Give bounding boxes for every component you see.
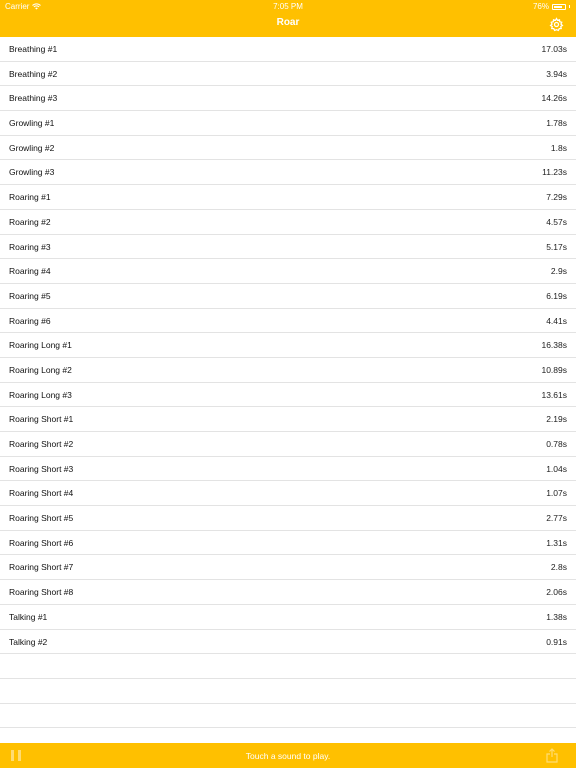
sound-duration: 3.94s (546, 68, 567, 79)
share-icon (546, 748, 558, 763)
sound-duration: 1.8s (550, 142, 567, 153)
sound-duration: 2.06s (546, 587, 567, 598)
settings-button[interactable] (548, 16, 564, 32)
bottom-toolbar: Touch a sound to play. (0, 743, 576, 768)
sound-name: Growling #2 (9, 142, 55, 153)
sound-row[interactable]: Roaring Short #3 1.04s (0, 457, 576, 482)
sound-duration: 16.38s (541, 340, 567, 351)
sound-duration: 1.07s (546, 488, 567, 499)
sound-name: Roaring Short #1 (9, 414, 74, 425)
battery-icon (552, 3, 566, 10)
sound-name: Roaring #4 (9, 266, 51, 277)
empty-row (0, 679, 576, 704)
sound-row[interactable]: Roaring Short #7 2.8s (0, 555, 576, 581)
sound-row[interactable]: Roaring Long #2 10.89s (0, 358, 576, 383)
empty-row (0, 704, 576, 729)
sound-row[interactable]: Breathing #1 17.03s (0, 37, 576, 62)
sound-duration: 1.04s (546, 463, 567, 474)
sound-row[interactable]: Roaring Long #1 16.38s (0, 333, 576, 358)
sound-row[interactable]: Roaring Long #3 13.61s (0, 383, 576, 408)
sound-row[interactable]: Roaring Short #5 2.77s (0, 506, 576, 531)
battery-percent: 76% (532, 2, 549, 11)
sound-duration: 2.9s (550, 266, 567, 277)
sound-name: Roaring #5 (9, 290, 51, 301)
sound-name: Roaring #2 (9, 216, 51, 227)
sound-name: Roaring Long #3 (9, 389, 72, 400)
sound-duration: 5.17s (546, 241, 567, 252)
sound-row[interactable]: Roaring #4 2.9s (0, 259, 576, 284)
sound-row[interactable]: Talking #2 0.91s (0, 630, 576, 655)
sound-duration: 2.19s (546, 414, 567, 425)
sound-name: Roaring Long #1 (9, 340, 72, 351)
sound-row[interactable]: Roaring #2 4.57s (0, 210, 576, 235)
battery-indicator: 76% (533, 2, 570, 11)
sound-row[interactable]: Breathing #2 3.94s (0, 62, 576, 87)
sound-name: Roaring #1 (9, 192, 51, 203)
status-bar: Carrier 7:05 PM 76% (0, 0, 576, 12)
navigation-bar: Carrier 7:05 PM 76% Roar (0, 0, 576, 37)
sound-name: Roaring Short #8 (9, 587, 74, 598)
sound-name: Roaring Short #6 (9, 537, 74, 548)
sound-name: Roaring Short #4 (9, 488, 74, 499)
sound-duration: 13.61s (541, 389, 567, 400)
sound-duration: 1.38s (546, 611, 567, 622)
sound-duration: 17.03s (541, 44, 567, 54)
sound-name: Roaring Short #7 (9, 562, 74, 573)
sound-duration: 4.41s (546, 315, 567, 326)
sound-duration: 4.57s (546, 216, 567, 227)
sound-row[interactable]: Growling #2 1.8s (0, 136, 576, 161)
sound-row[interactable]: Roaring #3 5.17s (0, 235, 576, 260)
sound-name: Growling #1 (9, 118, 55, 129)
sound-name: Roaring Short #5 (9, 513, 74, 524)
sound-duration: 14.26s (541, 93, 567, 104)
sound-list: Breathing #1 17.03s Breathing #2 3.94s Breat… (0, 37, 576, 729)
sound-duration: 10.89s (541, 364, 567, 375)
sound-row[interactable]: Growling #1 1.78s (0, 111, 576, 136)
sound-name: Breathing #3 (9, 93, 58, 104)
sound-duration: 1.31s (546, 537, 567, 548)
sound-name: Roaring #6 (9, 315, 51, 326)
sound-row[interactable]: Roaring Short #8 2.06s (0, 580, 576, 605)
sound-duration: 1.78s (546, 118, 567, 129)
sound-row[interactable]: Breathing #3 14.26s (0, 86, 576, 112)
sound-duration: 6.19s (546, 290, 567, 301)
sound-row[interactable]: Roaring Short #2 0.78s (0, 432, 576, 457)
sound-name: Roaring #3 (9, 241, 51, 252)
sound-row[interactable]: Talking #1 1.38s (0, 605, 576, 630)
sound-duration: 11.23s (542, 167, 567, 178)
sound-name: Talking #2 (9, 636, 48, 647)
sound-row[interactable]: Roaring Short #4 1.07s (0, 481, 576, 507)
sound-name: Roaring Short #2 (9, 439, 74, 449)
sound-duration: 2.8s (550, 562, 567, 573)
sound-row[interactable]: Roaring #5 6.19s (0, 284, 576, 309)
share-button[interactable] (546, 748, 558, 763)
toolbar-message: Touch a sound to play. (245, 751, 331, 761)
sound-row[interactable]: Growling #3 11.23s (0, 160, 576, 186)
sound-row[interactable]: Roaring #1 7.29s (0, 185, 576, 210)
sound-duration: 0.91s (546, 636, 567, 647)
sound-row[interactable]: Roaring #6 4.41s (0, 309, 576, 334)
sound-name: Growling #3 (9, 167, 55, 178)
sound-row[interactable]: Roaring Short #6 1.31s (0, 531, 576, 556)
sound-name: Roaring Long #2 (9, 364, 72, 375)
empty-row (0, 654, 576, 679)
sound-name: Talking #1 (9, 611, 48, 622)
page-title: Roar (276, 17, 300, 28)
sound-name: Breathing #2 (9, 68, 58, 79)
sound-duration: 0.78s (546, 439, 567, 449)
status-time: 7:05 PM (273, 2, 303, 11)
sound-name: Roaring Short #3 (9, 463, 74, 474)
sound-row[interactable]: Roaring Short #1 2.19s (0, 407, 576, 432)
sound-duration: 2.77s (546, 513, 567, 524)
sound-name: Breathing #1 (9, 44, 58, 54)
gear-icon (549, 16, 563, 31)
sound-duration: 7.29s (546, 192, 567, 203)
